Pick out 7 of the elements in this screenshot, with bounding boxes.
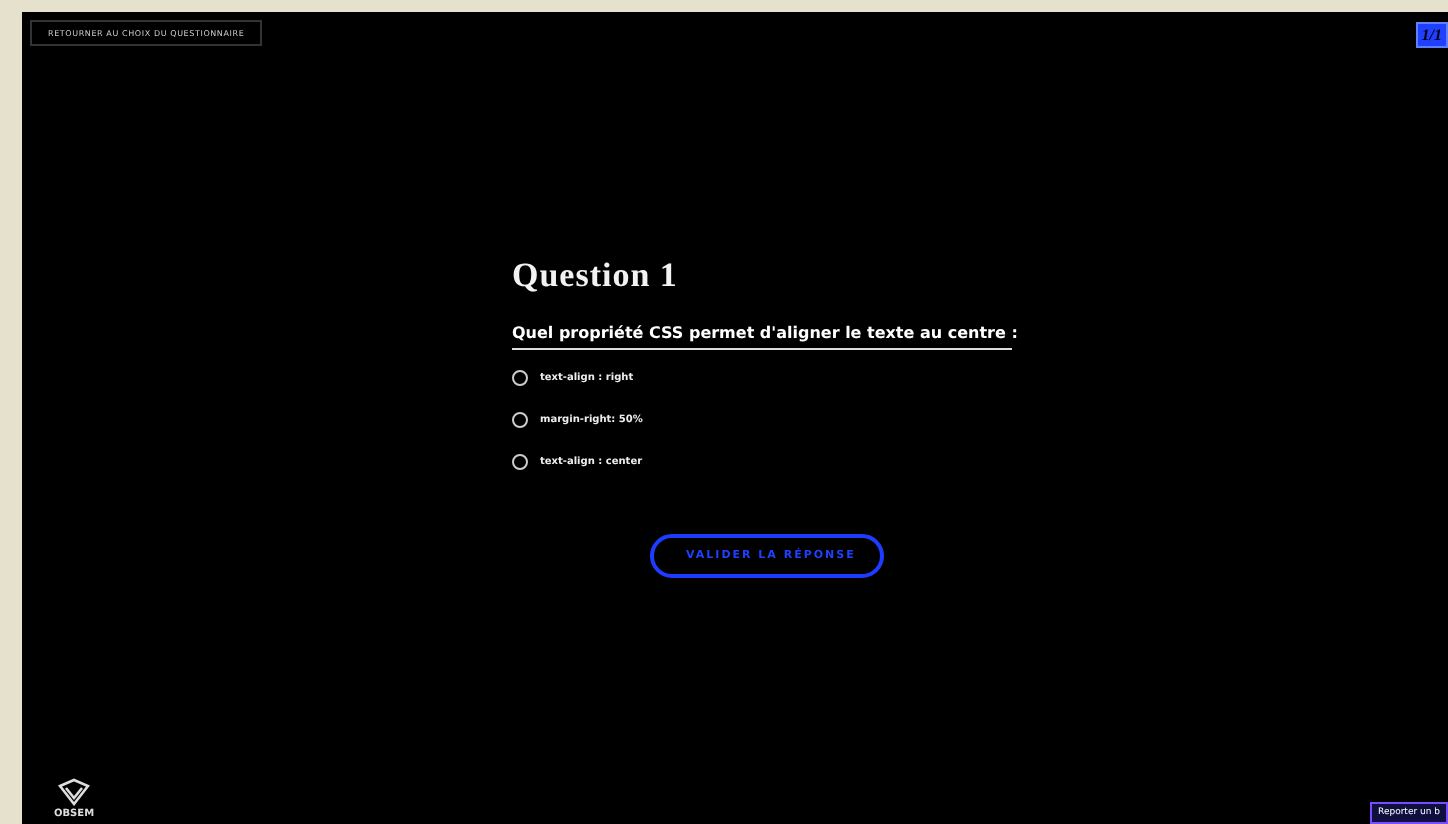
radio-button[interactable] <box>512 412 528 428</box>
logo-icon <box>58 778 91 806</box>
radio-button[interactable] <box>512 370 528 386</box>
question-counter: 1/1 <box>1415 22 1448 48</box>
question-prompt: Quel propriété CSS permet d'aligner le texte au centre : <box>512 324 1012 350</box>
radio-button[interactable] <box>512 454 528 470</box>
question-title: Question 1 <box>512 256 680 296</box>
